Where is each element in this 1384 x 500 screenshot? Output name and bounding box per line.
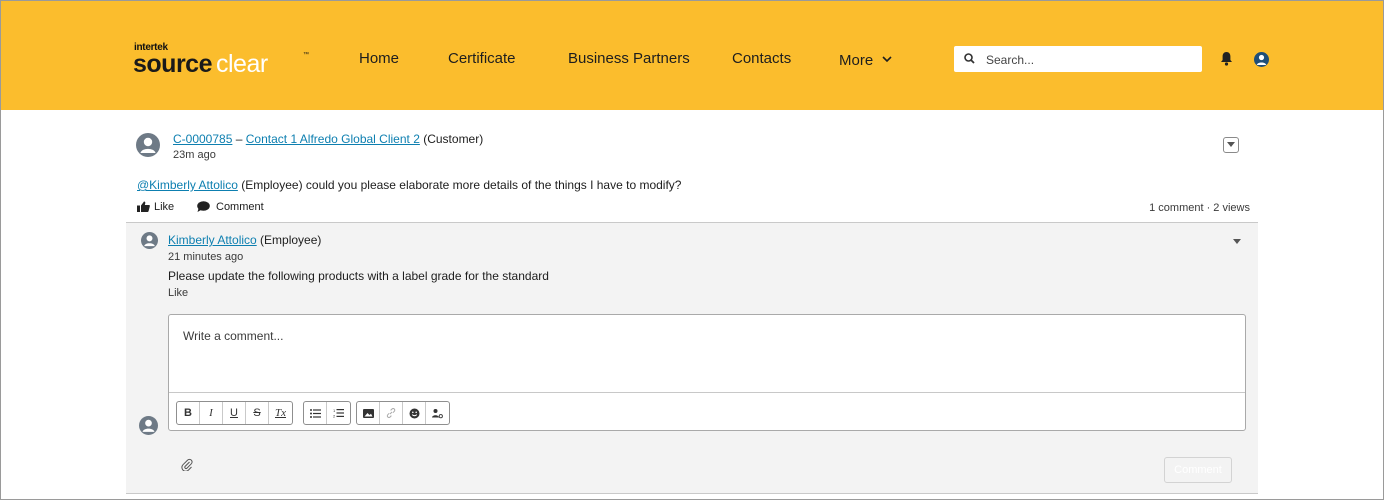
search-icon	[964, 53, 975, 64]
user-icon	[142, 419, 155, 432]
bulleted-list-icon	[309, 408, 321, 418]
clear-format-button[interactable]: Tx	[269, 402, 292, 424]
svg-text:1: 1	[333, 408, 336, 413]
insert-link-button[interactable]	[380, 402, 403, 424]
editor-toolbar-divider	[169, 392, 1245, 393]
numbered-list-button[interactable]: 1 2	[327, 402, 350, 424]
submit-comment-button[interactable]: Comment	[1164, 457, 1232, 483]
post-author-avatar[interactable]	[136, 133, 160, 157]
comment-text: Please update the following products wit…	[168, 269, 549, 283]
comment-menu-caret-icon[interactable]	[1233, 239, 1241, 245]
mention-user-icon	[432, 408, 443, 418]
nav-contacts[interactable]: Contacts	[732, 50, 791, 67]
commenter-role: (Employee)	[256, 233, 322, 247]
nav-more-label: More	[839, 52, 874, 69]
post-counts: 1 comment · 2 views	[1149, 202, 1250, 214]
logo-source: source	[133, 50, 212, 78]
record-link[interactable]: C-0000785	[173, 132, 232, 146]
contact-link[interactable]: Contact 1 Alfredo Global Client 2	[246, 132, 420, 146]
post-body: @Kimberly Attolico (Employee) could you …	[137, 178, 681, 192]
paperclip-icon[interactable]	[181, 458, 193, 471]
commenter-avatar[interactable]	[141, 232, 158, 249]
insert-group	[356, 401, 450, 425]
user-avatar[interactable]	[1254, 52, 1269, 67]
post-menu-button[interactable]	[1223, 137, 1239, 153]
post-role: (Customer)	[423, 132, 484, 146]
nav-business-partners[interactable]: Business Partners	[568, 50, 690, 67]
caret-down-icon	[1227, 142, 1235, 147]
user-icon	[144, 235, 155, 247]
mention-link[interactable]: @Kimberly Attolico	[137, 178, 238, 192]
comment-like-button[interactable]: Like	[168, 287, 188, 299]
speech-bubble-icon	[197, 201, 210, 212]
comment-editor: B I U S Tx 1 2	[168, 314, 1246, 431]
insert-image-button[interactable]	[357, 402, 380, 424]
mention-user-button[interactable]	[426, 402, 449, 424]
nav-more[interactable]: More	[839, 50, 892, 69]
bulleted-list-button[interactable]	[304, 402, 327, 424]
list-group: 1 2	[303, 401, 351, 425]
nav-certificate[interactable]: Certificate	[448, 50, 516, 67]
comment-button[interactable]: Comment	[197, 201, 264, 213]
post-header: C-0000785 – Contact 1 Alfredo Global Cli…	[173, 132, 483, 146]
commenter-link[interactable]: Kimberly Attolico	[168, 233, 257, 247]
search-box[interactable]	[954, 46, 1202, 72]
comment-timestamp: 21 minutes ago	[168, 251, 244, 263]
post-timestamp[interactable]: 23m ago	[173, 149, 216, 161]
separator: –	[235, 132, 243, 146]
comment-header: Kimberly Attolico (Employee)	[168, 233, 321, 247]
emoji-icon	[409, 408, 419, 418]
emoji-button[interactable]	[403, 402, 426, 424]
feed-post: C-0000785 – Contact 1 Alfredo Global Cli…	[126, 120, 1258, 494]
chevron-down-icon	[882, 50, 892, 67]
logo-clear: clear	[215, 50, 268, 78]
user-icon	[140, 137, 156, 153]
composer-avatar	[139, 416, 158, 435]
italic-button[interactable]: I	[200, 402, 223, 424]
numbered-list-icon: 1 2	[333, 408, 344, 418]
nav-home[interactable]: Home	[359, 50, 399, 67]
user-icon	[1256, 54, 1267, 65]
svg-text:2: 2	[333, 414, 336, 419]
like-button[interactable]: Like	[137, 201, 174, 213]
like-label: Like	[154, 201, 175, 213]
link-icon	[386, 408, 396, 418]
top-header: intertek source clear ™ Home Certificate …	[1, 1, 1383, 110]
underline-button[interactable]: U	[223, 402, 246, 424]
strikethrough-button[interactable]: S	[246, 402, 269, 424]
thumbs-up-icon	[137, 201, 150, 212]
bold-button[interactable]: B	[177, 402, 200, 424]
comment-label: Comment	[216, 201, 264, 213]
search-input[interactable]	[984, 50, 1198, 70]
comment-input[interactable]	[181, 327, 1235, 381]
image-icon	[362, 408, 374, 418]
format-group: B I U S Tx	[176, 401, 293, 425]
bell-icon[interactable]	[1220, 51, 1233, 66]
trademark-icon: ™	[303, 52, 309, 58]
post-body-text: (Employee) could you please elaborate mo…	[237, 178, 682, 192]
